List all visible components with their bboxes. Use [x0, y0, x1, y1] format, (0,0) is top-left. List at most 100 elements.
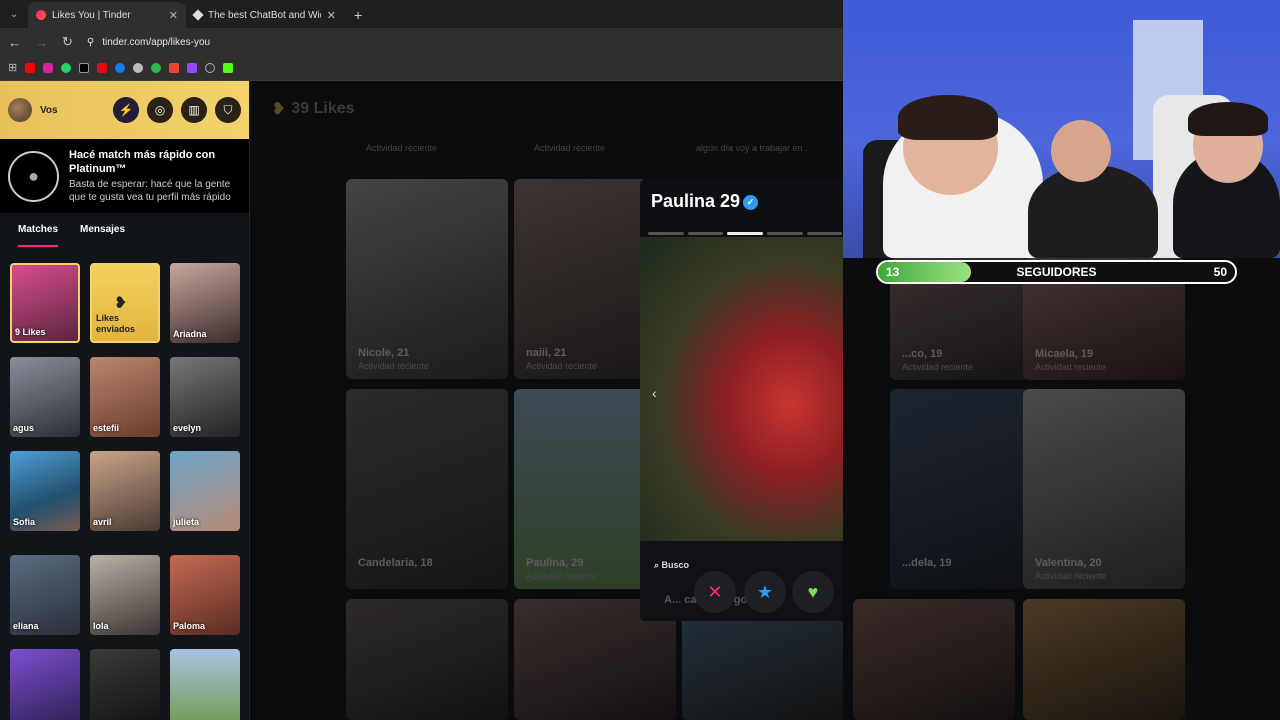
shield-icon[interactable]: ⛉ — [215, 97, 241, 123]
github-icon[interactable] — [205, 63, 216, 73]
match-card[interactable]: Paloma — [170, 555, 240, 635]
follower-label: SEGUIDORES — [1016, 265, 1097, 279]
address-bar[interactable]: ⚲ tinder.com/app/likes-you — [87, 37, 210, 48]
likes-title-text: 39 Likes — [291, 100, 355, 117]
match-card[interactable]: avril — [90, 451, 160, 531]
match-card[interactable]: eliana — [10, 555, 80, 635]
verified-icon: ✓ — [743, 195, 759, 210]
twitch-icon[interactable] — [187, 63, 198, 73]
match-card[interactable]: estefii — [90, 357, 160, 437]
close-icon[interactable]: ✕ — [169, 9, 178, 22]
tab-messages[interactable]: Mensajes — [80, 224, 125, 247]
photo-indicator[interactable] — [648, 232, 684, 235]
profile-photo[interactable]: ‹ › — [640, 237, 843, 541]
boost-icon[interactable]: ⚡ — [113, 97, 139, 123]
forward-icon[interactable]: → — [35, 35, 48, 50]
tab-chatbot[interactable]: The best ChatBot and Widgets ✕ — [186, 2, 344, 28]
card-name: Candelaria, 18 — [358, 557, 433, 569]
match-card[interactable]: julieta — [170, 451, 240, 531]
looking-for: ⌕ Busco — [654, 560, 690, 570]
like-card[interactable] — [853, 599, 1015, 720]
card-name: Nicole, 21 — [358, 347, 410, 359]
prev-photo-icon[interactable]: ‹ — [652, 385, 657, 401]
like-card[interactable]: Valentina, 20 Actividad reciente — [1023, 389, 1185, 589]
briefcase-icon[interactable]: ▥ — [181, 97, 207, 123]
match-card[interactable]: evelyn — [170, 357, 240, 437]
netflix-icon[interactable] — [97, 63, 108, 73]
promo-subtitle: Basta de esperar: hacé que la gente que … — [69, 179, 231, 203]
photo-indicator[interactable] — [687, 232, 724, 235]
photo-progress — [648, 232, 843, 235]
whatsapp-icon[interactable] — [61, 63, 72, 73]
tab-bar: ⌄ Likes You | Tinder ✕ The best ChatBot … — [0, 0, 843, 28]
tab-matches[interactable]: Matches — [18, 224, 59, 247]
card-name: ...dela, 19 — [902, 557, 952, 569]
likes-main: ❥ 39 Likes Actividad reciente Actividad … — [250, 81, 843, 720]
platinum-promo[interactable]: ● Hacé match más rápido con Platinum™ Ba… — [0, 139, 249, 213]
like-card[interactable] — [346, 599, 508, 720]
photo-indicator[interactable] — [806, 232, 843, 235]
match-name: Sofia — [13, 517, 36, 527]
match-name: agus — [13, 423, 35, 433]
x-icon[interactable] — [79, 63, 90, 73]
tab-tinder[interactable]: Likes You | Tinder ✕ — [28, 2, 186, 28]
match-card[interactable] — [10, 649, 80, 720]
like-card[interactable]: Candelaria, 18 — [346, 389, 508, 589]
user-name[interactable]: Vos — [40, 105, 105, 116]
platinum-ring-icon: ● — [8, 150, 59, 202]
card-name: Paulina, 29 — [526, 557, 584, 569]
youtube-icon[interactable] — [25, 63, 36, 73]
browser-toolbar: ← → ↻ ⚲ tinder.com/app/likes-you — [0, 28, 843, 56]
person-left-hair — [898, 95, 998, 140]
avatar[interactable] — [8, 98, 32, 122]
back-icon[interactable]: ← — [8, 35, 21, 50]
profile-name: Paulina 29 ✓ — [651, 191, 759, 212]
gold-hearts-icon: ❥ — [272, 101, 286, 118]
like-button[interactable]: ♥ — [792, 571, 834, 613]
close-icon[interactable]: ✕ — [327, 9, 336, 22]
reload-icon[interactable]: ↻ — [62, 34, 73, 50]
tab-search-button[interactable]: ⌄ — [0, 0, 28, 28]
like-card[interactable]: Nicole, 21 Actividad reciente — [346, 179, 508, 379]
photo-indicator[interactable] — [727, 232, 764, 235]
site-info-icon[interactable]: ⚲ — [87, 37, 94, 48]
sent-likes-card[interactable]: ❥ Likes enviados — [90, 263, 160, 343]
kick-icon[interactable] — [223, 63, 234, 73]
card-activity: Actividad reciente — [526, 571, 598, 581]
likes-card[interactable]: 9 Likes — [10, 263, 80, 343]
match-card[interactable]: lola — [90, 555, 160, 635]
webcam-overlay — [843, 0, 1280, 258]
profile-footer: ⌕ Busco A... casual, algo ... ole ✕ ★ ♥ — [640, 541, 843, 621]
person-right-hair — [1188, 102, 1268, 136]
match-name: lola — [93, 621, 109, 631]
match-card[interactable]: agus — [10, 357, 80, 437]
card-activity: Actividad reciente — [534, 143, 606, 153]
match-card[interactable] — [170, 649, 240, 720]
facebook-icon[interactable] — [115, 63, 126, 73]
like-card[interactable] — [1023, 599, 1185, 720]
likes-count: 9 Likes — [15, 327, 46, 337]
photo-indicator[interactable] — [767, 232, 803, 235]
match-card[interactable]: Sofia — [10, 451, 80, 531]
follower-goal: 50 — [1213, 265, 1227, 279]
apps-grid-icon[interactable]: ⊞ — [8, 63, 17, 74]
hearts-icon: ❥ — [114, 295, 128, 312]
card-name: Valentina, 20 — [1035, 557, 1102, 569]
nope-button[interactable]: ✕ — [694, 571, 736, 613]
like-card[interactable]: ...dela, 19 — [890, 389, 1028, 589]
new-tab-button[interactable]: + — [344, 2, 372, 28]
explore-icon[interactable]: ◎ — [147, 97, 173, 123]
superlike-button[interactable]: ★ — [744, 571, 786, 613]
card-activity: Actividad reciente — [358, 361, 430, 371]
match-card[interactable]: Ariadna — [170, 263, 240, 343]
gmail-icon[interactable] — [169, 63, 180, 73]
diamond-favicon-icon — [192, 9, 204, 21]
profile-card[interactable]: Paulina 29✓ ‹ › ⌕ Busco — [640, 179, 843, 621]
bookmarks-bar: ⊞ — [0, 56, 843, 81]
instagram-icon[interactable] — [43, 63, 54, 73]
match-card[interactable] — [90, 649, 160, 720]
bookmark-check-icon[interactable] — [151, 63, 162, 73]
bookmark-icon[interactable] — [133, 63, 144, 73]
card-activity: Actividad reciente — [366, 143, 438, 153]
promo-title: Hacé match más rápido con Platinum™ — [69, 149, 216, 175]
